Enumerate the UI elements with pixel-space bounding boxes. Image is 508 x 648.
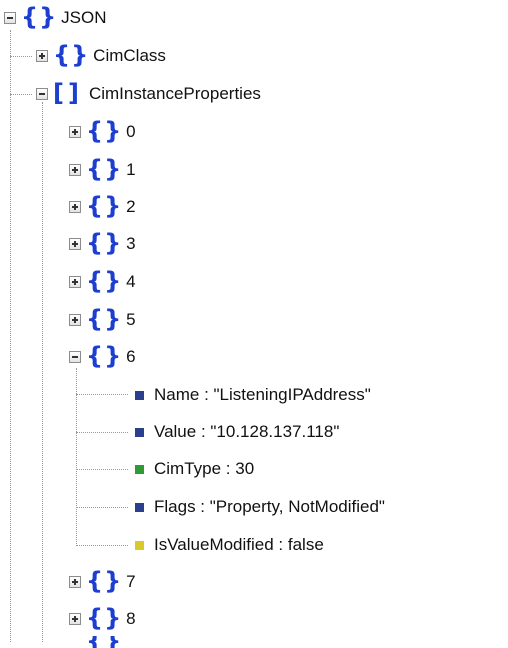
guide-line <box>10 30 11 642</box>
object-icon: {} <box>86 305 123 333</box>
tree-node-item-partial: {} <box>69 636 126 648</box>
number-value-icon <box>135 464 144 474</box>
node-label: 3 <box>126 234 136 253</box>
tree-node-item-2[interactable]: {} 2 <box>69 192 136 222</box>
guide-line <box>76 469 128 470</box>
string-value-icon <box>135 390 144 400</box>
object-icon: {} <box>86 155 123 183</box>
guide-line <box>76 545 128 546</box>
object-icon: {} <box>86 342 123 370</box>
expand-icon[interactable] <box>69 276 81 288</box>
object-icon: {} <box>86 567 123 595</box>
object-icon: {} <box>86 267 123 295</box>
tree-node-item-7[interactable]: {} 7 <box>69 567 136 597</box>
property-row[interactable]: Flags : "Property, NotModified" <box>135 492 385 522</box>
node-label: 2 <box>126 197 136 216</box>
expand-icon[interactable] <box>69 126 81 138</box>
expand-icon[interactable] <box>69 238 81 250</box>
collapse-icon[interactable] <box>36 88 48 100</box>
object-icon: {} <box>86 229 123 257</box>
node-label: 6 <box>126 347 136 366</box>
property-row[interactable]: CimType : 30 <box>135 454 254 484</box>
node-label: 7 <box>126 572 136 591</box>
property-row[interactable]: Value : "10.128.137.118" <box>135 417 339 447</box>
object-icon: {} <box>53 41 90 69</box>
expand-icon[interactable] <box>69 314 81 326</box>
json-tree: {} JSON {} CimClass [] CimInstanceProper… <box>0 0 508 648</box>
boolean-value-icon <box>135 540 144 550</box>
property-text: Name : "ListeningIPAddress" <box>154 385 371 404</box>
string-value-icon <box>135 502 144 512</box>
node-label: 4 <box>126 272 136 291</box>
property-text: CimType : 30 <box>154 459 255 478</box>
node-label: JSON <box>61 8 107 27</box>
guide-line <box>42 102 43 642</box>
property-row[interactable]: Name : "ListeningIPAddress" <box>135 380 371 410</box>
object-icon: {} <box>86 192 123 220</box>
array-icon: [] <box>53 79 83 107</box>
expand-icon[interactable] <box>69 201 81 213</box>
object-icon: {} <box>86 604 123 632</box>
property-text: Value : "10.128.137.118" <box>154 422 340 441</box>
tree-node-item-3[interactable]: {} 3 <box>69 229 136 259</box>
string-value-icon <box>135 427 144 437</box>
collapse-icon[interactable] <box>4 12 16 24</box>
tree-node-item-6[interactable]: {} 6 <box>69 342 136 372</box>
node-label: 8 <box>126 609 136 628</box>
node-label: 1 <box>126 160 136 179</box>
tree-node-json[interactable]: {} JSON <box>4 3 107 33</box>
tree-node-ciminstanceproperties[interactable]: [] CimInstanceProperties <box>36 79 261 109</box>
tree-node-item-4[interactable]: {} 4 <box>69 267 136 297</box>
object-icon: {} <box>86 636 122 648</box>
node-label: CimClass <box>93 46 166 65</box>
guide-line <box>76 394 128 395</box>
tree-node-item-8[interactable]: {} 8 <box>69 604 136 634</box>
tree-node-item-0[interactable]: {} 0 <box>69 117 136 147</box>
object-icon: {} <box>86 117 123 145</box>
collapse-icon[interactable] <box>69 351 81 363</box>
object-icon: {} <box>21 3 58 31</box>
guide-line <box>10 94 32 95</box>
property-text: Flags : "Property, NotModified" <box>154 497 385 516</box>
guide-line <box>76 507 128 508</box>
guide-line <box>10 56 32 57</box>
expand-icon[interactable] <box>69 164 81 176</box>
property-text: IsValueModified : false <box>154 535 324 554</box>
node-label: CimInstanceProperties <box>88 84 261 103</box>
property-row[interactable]: IsValueModified : false <box>135 530 324 560</box>
expand-icon[interactable] <box>36 50 48 62</box>
node-label: 5 <box>126 310 136 329</box>
guide-line <box>76 432 128 433</box>
expand-icon[interactable] <box>69 613 81 625</box>
expand-icon[interactable] <box>69 576 81 588</box>
tree-node-item-1[interactable]: {} 1 <box>69 155 136 185</box>
node-label: 0 <box>126 122 136 141</box>
tree-node-item-5[interactable]: {} 5 <box>69 305 136 335</box>
tree-node-cimclass[interactable]: {} CimClass <box>36 41 166 71</box>
